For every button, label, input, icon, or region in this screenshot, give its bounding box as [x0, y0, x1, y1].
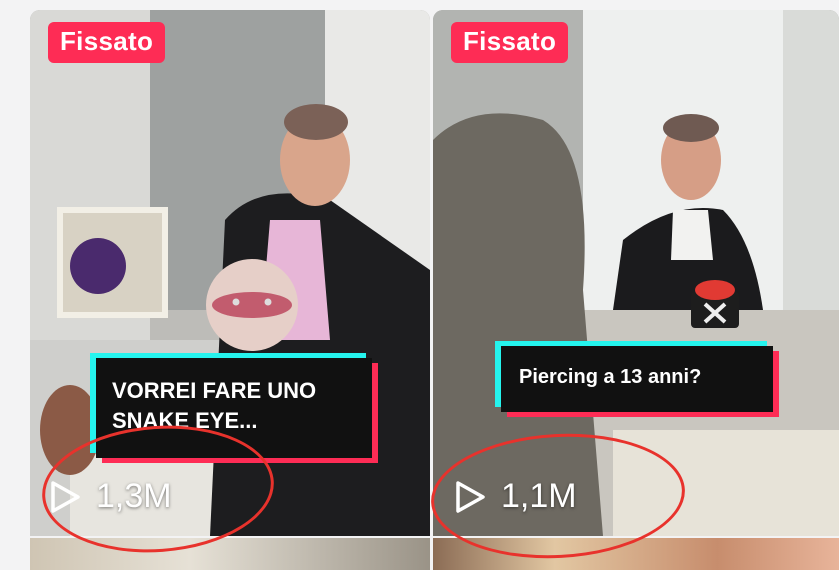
view-count: 1,3M — [48, 477, 172, 516]
video-tile-2[interactable]: Fissato Piercing a 13 anni? 1,1M — [433, 10, 839, 536]
video-tile-1[interactable]: Fissato VORREI FARE UNO SNAKE EYE... 1,3… — [30, 10, 430, 536]
pinned-badge: Fissato — [451, 22, 569, 63]
view-count-text: 1,3M — [96, 477, 172, 515]
view-count: 1,1M — [453, 477, 577, 516]
play-icon — [456, 480, 485, 513]
video-tile-4[interactable] — [433, 538, 839, 570]
video-caption: Piercing a 13 anni? — [501, 346, 773, 412]
video-tile-3[interactable] — [30, 538, 430, 570]
pinned-badge: Fissato — [48, 22, 166, 63]
video-caption: VORREI FARE UNO SNAKE EYE... — [96, 358, 372, 458]
view-count-text: 1,1M — [501, 477, 577, 515]
video-grid: Fissato VORREI FARE UNO SNAKE EYE... 1,3… — [30, 10, 839, 570]
video-thumbnail-2 — [433, 10, 839, 536]
play-icon — [51, 480, 80, 513]
